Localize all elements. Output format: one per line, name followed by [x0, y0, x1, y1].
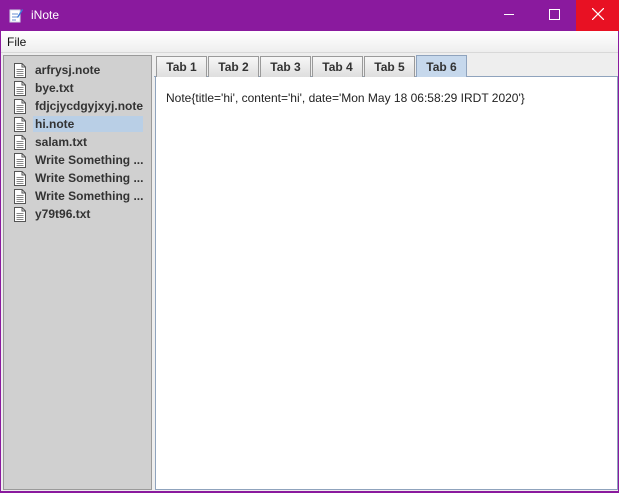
notepad-pen-icon [9, 8, 23, 23]
file-list-item[interactable]: arfrysj.note [14, 61, 144, 79]
maximize-button[interactable] [531, 0, 577, 31]
minimize-button[interactable] [486, 0, 532, 31]
file-list-item[interactable]: Write Something ... [14, 187, 144, 205]
close-icon [591, 7, 604, 23]
file-list-item[interactable]: Write Something ... [14, 151, 144, 169]
file-list: arfrysj.note bye.txt fdjcjycdgyjxyj.note hi… [14, 61, 144, 223]
tab-2[interactable]: Tab 2 [208, 56, 259, 77]
title-bar[interactable]: iNote [1, 0, 619, 31]
tab-6[interactable]: Tab 6 [416, 55, 467, 77]
file-name-label: bye.txt [35, 81, 74, 95]
file-name-label: salam.txt [35, 135, 88, 149]
note-text: Note{title='hi', content='hi', date='Mon… [166, 91, 525, 105]
file-list-item[interactable]: y79t96.txt [14, 205, 144, 223]
window-title: iNote [31, 8, 60, 22]
document-icon [14, 134, 26, 150]
tab-content[interactable]: Note{title='hi', content='hi', date='Mon… [155, 77, 618, 490]
tab-3[interactable]: Tab 3 [260, 56, 311, 77]
document-icon [14, 206, 26, 222]
file-list-item[interactable]: fdjcjycdgyjxyj.note [14, 97, 144, 115]
document-icon [14, 80, 26, 96]
file-name-label: hi.note [33, 116, 143, 132]
minimize-icon [503, 9, 515, 23]
file-list-item[interactable]: salam.txt [14, 133, 144, 151]
menu-file[interactable]: File [7, 35, 26, 49]
tab-5[interactable]: Tab 5 [364, 56, 415, 77]
tab-1[interactable]: Tab 1 [156, 56, 207, 77]
file-list-item[interactable]: Write Something ... [14, 169, 144, 187]
document-icon [14, 170, 26, 186]
file-name-label: Write Something ... [35, 189, 143, 203]
file-name-label: fdjcjycdgyjxyj.note [35, 99, 143, 113]
document-icon [14, 116, 26, 132]
app-window: iNote File arfrysj.note bye.txt fdjcjycdgy… [0, 0, 619, 493]
file-list-item[interactable]: bye.txt [14, 79, 144, 97]
document-icon [14, 188, 26, 204]
tab-4[interactable]: Tab 4 [312, 56, 363, 77]
file-name-label: arfrysj.note [35, 63, 101, 77]
menu-bar: File [1, 31, 618, 53]
file-name-label: Write Something ... [35, 153, 143, 167]
document-icon [14, 62, 26, 78]
tab-strip: Tab 1 Tab 2 Tab 3 Tab 4 Tab 5 Tab 6 [154, 55, 618, 77]
document-icon [14, 98, 26, 114]
close-button[interactable] [576, 0, 619, 31]
maximize-icon [548, 8, 560, 23]
document-icon [14, 152, 26, 168]
file-list-item[interactable]: hi.note [14, 115, 144, 133]
file-name-label: y79t96.txt [35, 207, 91, 221]
file-list-panel[interactable]: arfrysj.note bye.txt fdjcjycdgyjxyj.note hi… [3, 55, 152, 490]
file-name-label: Write Something ... [35, 171, 143, 185]
